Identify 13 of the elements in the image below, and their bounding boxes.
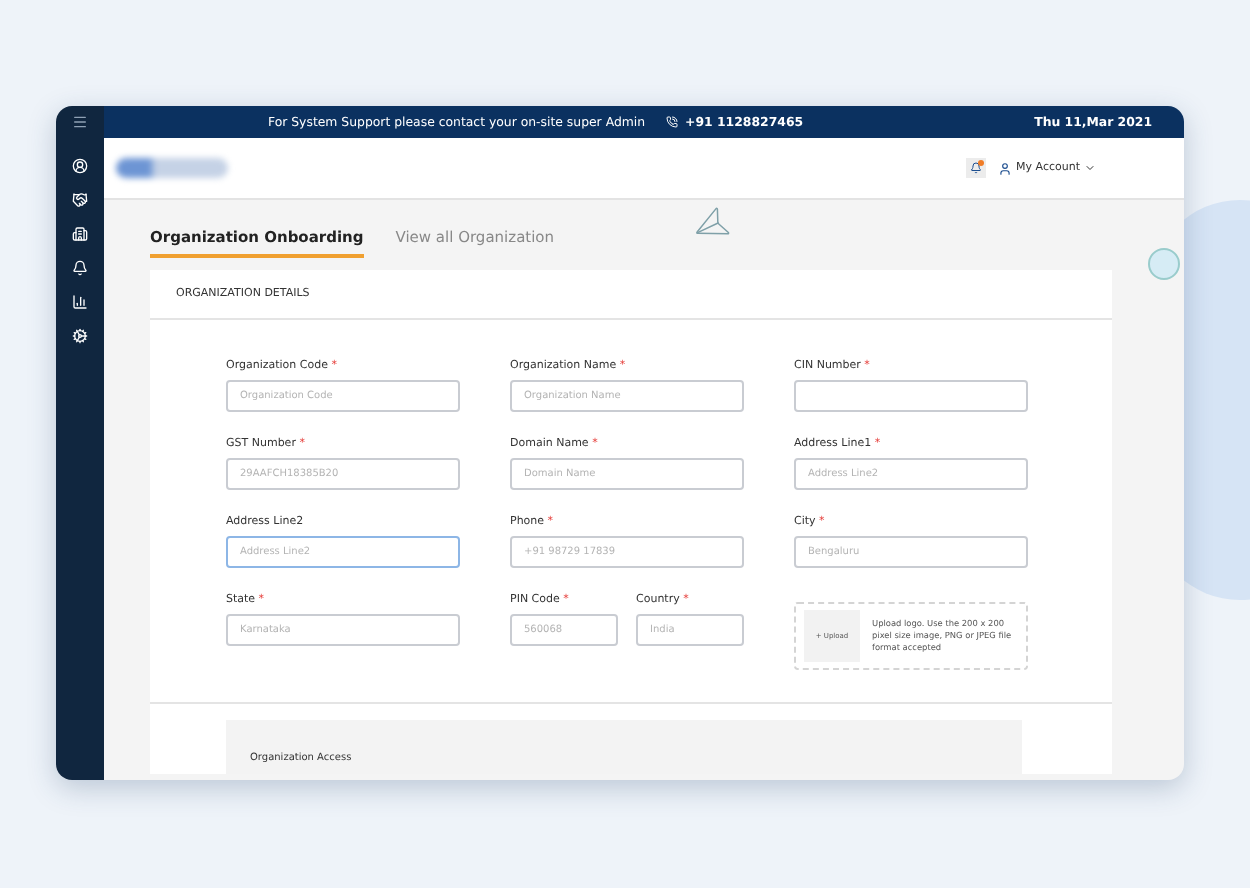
chevron-down-icon bbox=[1084, 162, 1096, 174]
user-icon[interactable] bbox=[72, 158, 88, 174]
gear-icon[interactable] bbox=[72, 328, 88, 344]
bell-icon[interactable] bbox=[72, 260, 88, 276]
bar-chart-icon[interactable] bbox=[72, 294, 88, 310]
blurred-logo bbox=[116, 158, 228, 178]
input-field[interactable] bbox=[794, 380, 1028, 412]
handshake-icon[interactable] bbox=[72, 192, 88, 208]
notification-button[interactable] bbox=[966, 158, 987, 178]
phone-icon bbox=[665, 116, 678, 128]
user-icon bbox=[998, 161, 1013, 175]
building-icon[interactable] bbox=[72, 226, 88, 242]
menu-icon[interactable] bbox=[72, 114, 88, 130]
